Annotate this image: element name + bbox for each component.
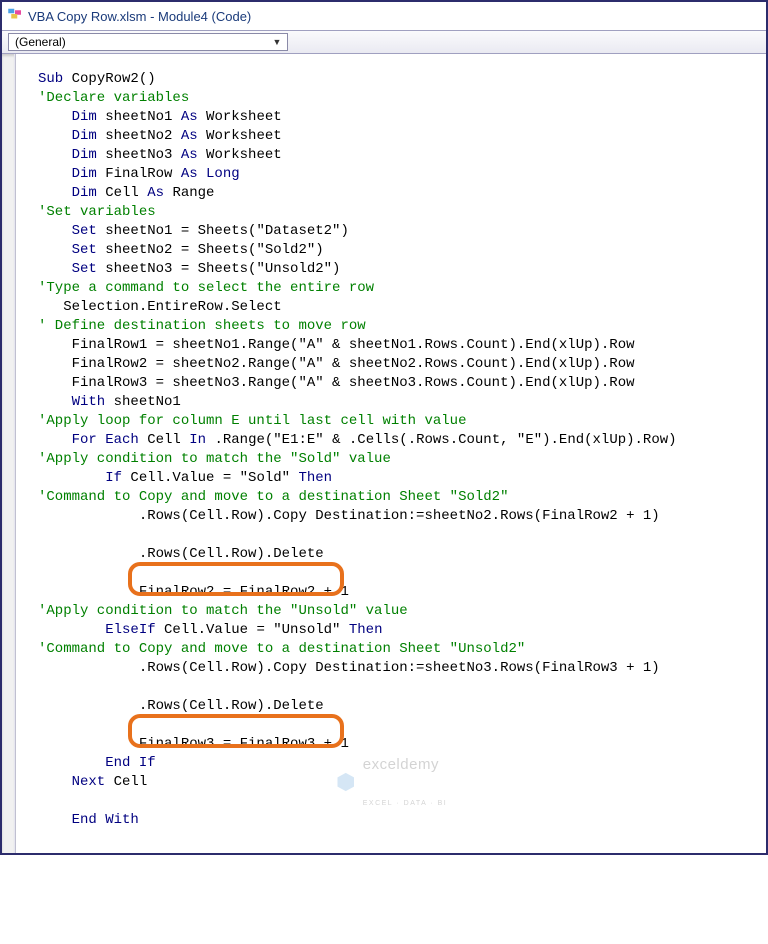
code-token: Dim — [38, 109, 97, 125]
code-token: As — [181, 109, 198, 125]
code-token: Worksheet — [198, 147, 282, 163]
code-comment: 'Apply condition to match the "Sold" val… — [38, 451, 391, 467]
window-title: VBA Copy Row.xlsm - Module4 (Code) — [28, 9, 251, 24]
code-token: In — [189, 432, 206, 448]
code-token: .Rows(Cell.Row).Copy Destination:=sheetN… — [38, 660, 660, 676]
code-token: sheetNo3 — [97, 147, 181, 163]
code-token: Worksheet — [198, 128, 282, 144]
app-icon — [6, 5, 24, 28]
object-dropdown[interactable]: (General) ▼ — [8, 33, 288, 51]
code-token: Sub — [38, 71, 63, 87]
code-token: Dim — [38, 147, 97, 163]
code-token: sheetNo2 — [97, 128, 181, 144]
code-token: FinalRow — [97, 166, 181, 182]
code-comment: 'Type a command to select the entire row — [38, 280, 374, 296]
code-token: Next — [38, 774, 105, 790]
code-token: As — [181, 147, 198, 163]
code-token: End With — [38, 812, 139, 828]
watermark-tagline: EXCEL · DATA · BI — [363, 800, 448, 807]
code-token: Cell.Value = "Unsold" — [156, 622, 349, 638]
code-token: Then — [298, 470, 332, 486]
code-token: Selection.EntireRow.Select — [38, 299, 282, 315]
code-token: With — [38, 394, 105, 410]
code-token: .Rows(Cell.Row).Delete — [38, 698, 324, 714]
code-token: As Long — [181, 166, 240, 182]
code-token: If — [38, 470, 122, 486]
watermark-brand: exceldemy — [363, 757, 448, 772]
code-token: .Rows(Cell.Row).Copy Destination:=sheetN… — [38, 508, 660, 524]
code-token: Worksheet — [198, 109, 282, 125]
code-token: FinalRow1 = sheetNo1.Range("A" & sheetNo… — [38, 337, 635, 353]
code-comment: 'Command to Copy and move to a destinati… — [38, 641, 525, 657]
code-token: CopyRow2() — [63, 71, 155, 87]
code-comment: ' Define destination sheets to move row — [38, 318, 366, 334]
code-comment: 'Command to Copy and move to a destinati… — [38, 489, 508, 505]
code-token: End If — [38, 755, 156, 771]
code-token: sheetNo2 = Sheets("Sold2") — [97, 242, 324, 258]
code-comment: 'Declare variables — [38, 90, 189, 106]
code-editor[interactable]: Sub CopyRow2() 'Declare variables Dim sh… — [16, 54, 766, 853]
code-token: Then — [349, 622, 383, 638]
code-margin — [2, 54, 16, 853]
code-token: Set — [38, 242, 97, 258]
code-token: Cell.Value = "Sold" — [122, 470, 298, 486]
code-token: As — [181, 128, 198, 144]
code-token: Range — [164, 185, 214, 201]
code-token: Cell — [105, 774, 147, 790]
code-token: sheetNo3 = Sheets("Unsold2") — [97, 261, 341, 277]
code-comment: 'Set variables — [38, 204, 156, 220]
object-dropdown-value: (General) — [15, 35, 66, 49]
code-comment: 'Apply condition to match the "Unsold" v… — [38, 603, 408, 619]
code-token: FinalRow2 = FinalRow2 + 1 — [38, 584, 349, 600]
code-token: sheetNo1 — [97, 109, 181, 125]
chevron-down-icon: ▼ — [269, 34, 285, 50]
code-token: ElseIf — [38, 622, 156, 638]
watermark: exceldemy EXCEL · DATA · BI — [335, 729, 448, 835]
code-token: Dim — [38, 166, 97, 182]
code-token: .Range("E1:E" & .Cells(.Rows.Count, "E")… — [206, 432, 676, 448]
code-token: As — [147, 185, 164, 201]
code-comment: 'Apply loop for column E until last cell… — [38, 413, 466, 429]
code-token: sheetNo1 = Sheets("Dataset2") — [97, 223, 349, 239]
code-token: For Each — [38, 432, 139, 448]
hex-icon — [335, 771, 357, 793]
object-procedure-bar: (General) ▼ — [2, 30, 766, 54]
code-token: Dim — [38, 128, 97, 144]
code-token: FinalRow2 = sheetNo2.Range("A" & sheetNo… — [38, 356, 635, 372]
code-token: Cell — [139, 432, 189, 448]
code-token: sheetNo1 — [105, 394, 181, 410]
code-token: Set — [38, 261, 97, 277]
code-token: Dim — [38, 185, 97, 201]
code-token: .Rows(Cell.Row).Delete — [38, 546, 324, 562]
titlebar: VBA Copy Row.xlsm - Module4 (Code) — [2, 2, 766, 30]
code-token: Cell — [97, 185, 147, 201]
code-token: Set — [38, 223, 97, 239]
code-token: FinalRow3 = sheetNo3.Range("A" & sheetNo… — [38, 375, 635, 391]
code-token: FinalRow3 = FinalRow3 + 1 — [38, 736, 349, 752]
